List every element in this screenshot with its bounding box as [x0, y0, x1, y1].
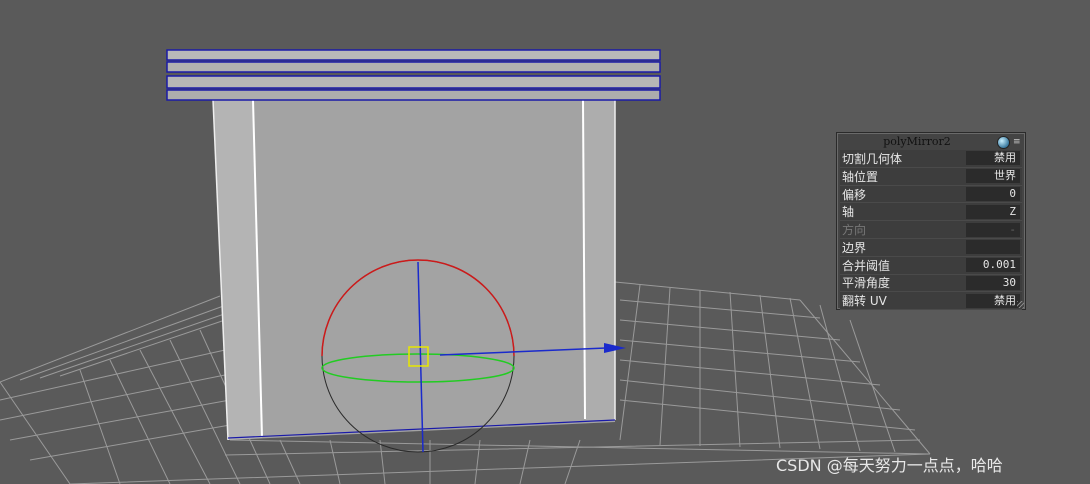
attribute-row[interactable]: 平滑角度 30 [840, 274, 1022, 293]
attribute-row[interactable]: 切割几何体 禁用 [840, 150, 1022, 168]
attribute-value[interactable]: 世界 [966, 169, 1020, 184]
attribute-label: 轴位置 [842, 169, 879, 184]
attribute-row[interactable]: 翻转 UV 禁用 [840, 292, 1022, 311]
resize-grip-icon[interactable] [1017, 301, 1024, 308]
attribute-row[interactable]: 合并阈值 0.001 [840, 256, 1022, 275]
attribute-label: 合并阈值 [842, 258, 891, 273]
sphere-icon[interactable] [997, 135, 1010, 149]
channel-box-panel[interactable]: polyMirror2 ≡ 切割几何体 禁用 轴位置 世界 偏移 0 轴 Z 方… [836, 132, 1026, 311]
attribute-label: 轴 [842, 205, 855, 220]
attribute-value[interactable]: 禁用 [966, 151, 1020, 166]
attribute-row[interactable]: 偏移 0 [840, 185, 1022, 204]
attribute-value[interactable]: 禁用 [966, 293, 1020, 308]
attribute-label: 方向 [842, 223, 867, 238]
attribute-row: 方向 - [840, 221, 1022, 239]
attribute-value[interactable]: Z [966, 204, 1020, 219]
attribute-value: - [966, 222, 1020, 237]
attribute-value[interactable]: 0.001 [966, 258, 1020, 273]
panel-title: polyMirror2 [883, 135, 951, 148]
attribute-label: 平滑角度 [842, 276, 891, 291]
attribute-row[interactable]: 轴位置 世界 [840, 167, 1022, 186]
attribute-value[interactable]: 30 [966, 275, 1020, 290]
mesh-lid-plates[interactable] [166, 49, 661, 101]
attribute-value[interactable] [966, 240, 1020, 255]
attribute-row[interactable]: 轴 Z [840, 203, 1022, 222]
mesh-box[interactable] [212, 98, 616, 441]
attribute-label: 偏移 [842, 187, 867, 202]
attribute-label: 边界 [842, 240, 867, 255]
attribute-label: 翻转 UV [842, 294, 887, 309]
attribute-row[interactable]: 边界 [840, 238, 1022, 257]
attribute-list: 切割几何体 禁用 轴位置 世界 偏移 0 轴 Z 方向 - 边界 合并阈值 0.… [840, 150, 1022, 311]
menu-icon[interactable]: ≡ [1013, 137, 1021, 147]
attribute-label: 切割几何体 [842, 151, 903, 166]
watermark: CSDN @每天努力一点点，哈哈 [776, 456, 1003, 475]
attribute-value[interactable]: 0 [966, 186, 1020, 201]
